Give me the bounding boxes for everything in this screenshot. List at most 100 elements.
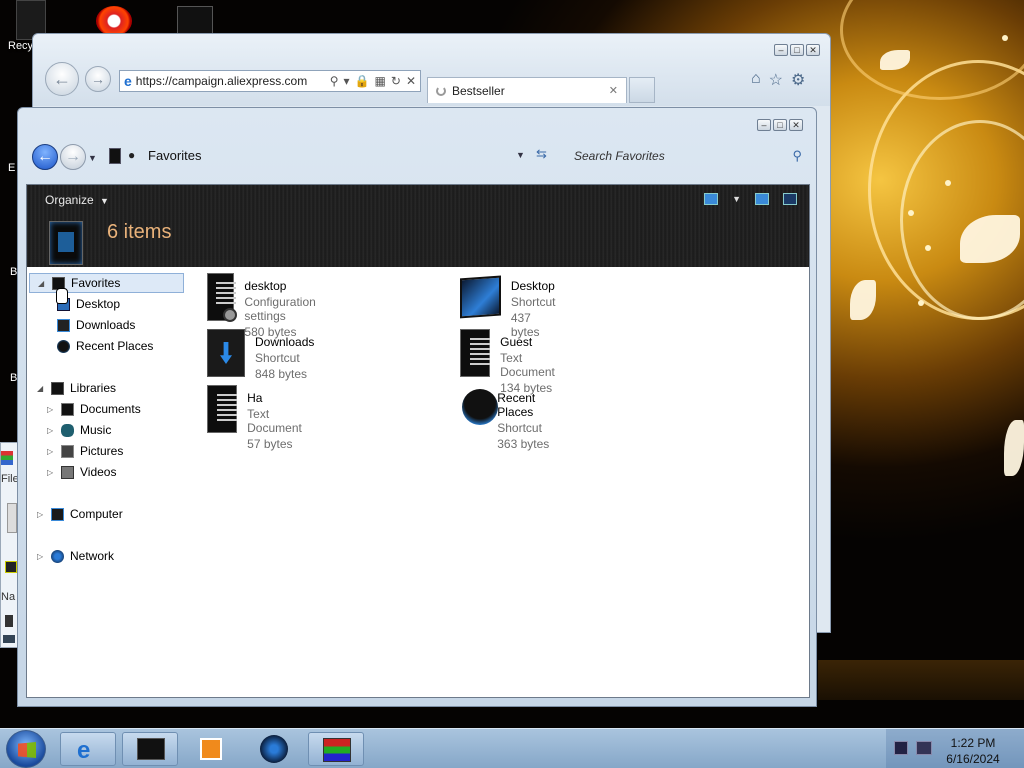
browser-back-button[interactable]: ← xyxy=(45,62,79,96)
wallpaper-floor xyxy=(818,660,1024,700)
collapsed-triangle-icon[interactable]: ▷ xyxy=(47,405,55,414)
file-name: Recent Places xyxy=(497,391,536,419)
item-count-label: 6 items xyxy=(107,221,172,243)
start-button[interactable] xyxy=(6,730,46,768)
tree-label: Pictures xyxy=(80,444,124,458)
hand-cursor-icon xyxy=(56,288,68,304)
desktop-app-icon[interactable] xyxy=(96,6,132,36)
tab-close-icon[interactable]: ✕ xyxy=(609,84,618,97)
tree-item-network[interactable]: ▷ Network xyxy=(37,546,114,566)
new-tab-button[interactable] xyxy=(629,77,655,103)
tree-label: Recent Places xyxy=(76,339,154,353)
tree-item-downloads[interactable]: Downloads xyxy=(57,315,135,335)
stop-icon[interactable]: ✕ xyxy=(406,74,416,88)
gear-icon[interactable]: ⚙ xyxy=(791,70,805,90)
taskbar-explorer-button[interactable] xyxy=(122,732,178,766)
ie-icon: e xyxy=(77,737,91,764)
ie-page-icon: e xyxy=(124,73,132,89)
tree-item-videos[interactable]: ▷ Videos xyxy=(47,462,116,482)
favorites-location-icon xyxy=(109,148,121,164)
file-type: Text Document xyxy=(500,351,555,379)
desktop-app-icon[interactable] xyxy=(177,6,213,36)
search-icon[interactable]: ⚲ xyxy=(330,74,339,88)
chevron-down-icon: ▼ xyxy=(100,196,109,206)
explorer-window[interactable]: – □ ✕ ← → ▼ ● Favorites ▼ ⇆ Search Favor… xyxy=(17,107,817,707)
explorer-close-button[interactable]: ✕ xyxy=(789,119,803,131)
tree-item-documents[interactable]: ▷ Documents xyxy=(47,399,141,419)
search-box[interactable]: Search Favorites ⚲ xyxy=(566,144,806,168)
expand-triangle-icon[interactable]: ◢ xyxy=(38,279,46,288)
explorer-nav-bar: ← → ▼ ● Favorites ▼ ⇆ Search Favorites ⚲ xyxy=(18,134,816,180)
organize-menu-button[interactable]: Organize ▼ xyxy=(45,193,109,207)
dropdown-arrow-icon[interactable]: ▾ xyxy=(344,74,350,88)
explorer-maximize-button[interactable]: □ xyxy=(773,119,787,131)
documents-icon xyxy=(61,402,74,416)
tree-item-pictures[interactable]: ▷ Pictures xyxy=(47,441,123,461)
taskbar-ie-button[interactable]: e xyxy=(60,732,116,766)
clock[interactable]: 1:22 PM 6/16/2024 xyxy=(940,735,1006,767)
file-name: Guest xyxy=(500,335,533,349)
help-icon[interactable] xyxy=(783,193,797,205)
tree-item-music[interactable]: ▷ Music xyxy=(47,420,111,440)
taskbar-winrar-button[interactable] xyxy=(308,732,364,766)
tree-item-recent-places[interactable]: Recent Places xyxy=(57,336,153,356)
tree-label: Favorites xyxy=(71,276,121,290)
explorer-caption-buttons: – □ ✕ xyxy=(757,119,803,131)
collapsed-triangle-icon[interactable]: ▷ xyxy=(37,552,45,561)
browser-close-button[interactable]: ✕ xyxy=(806,44,820,56)
file-item[interactable]: Ha Text Document 57 bytes xyxy=(207,385,310,451)
browser-url-text: https://campaign.aliexpress.com xyxy=(135,74,308,88)
refresh-icon[interactable]: ⇆ xyxy=(536,146,547,162)
color-stripes-icon xyxy=(1,451,13,465)
compat-icon[interactable]: ▦ xyxy=(375,74,386,88)
action-center-flag-icon[interactable] xyxy=(894,741,908,755)
collapsed-triangle-icon[interactable]: ▷ xyxy=(47,426,55,435)
address-dropdown-icon[interactable]: ▼ xyxy=(516,150,525,160)
view-controls: ▼ xyxy=(704,193,797,205)
media-player-icon xyxy=(200,738,222,760)
expand-triangle-icon[interactable]: ◢ xyxy=(37,384,45,393)
background-window-partial[interactable]: File Na xyxy=(0,442,19,648)
explorer-minimize-button[interactable]: – xyxy=(757,119,771,131)
tree-item-libraries[interactable]: ◢ Libraries xyxy=(37,378,116,398)
breadcrumb-favorites[interactable]: Favorites xyxy=(148,148,201,163)
file-name: desktop xyxy=(244,279,287,293)
search-icon[interactable]: ⚲ xyxy=(792,148,806,164)
browser-tab-bestseller[interactable]: Bestseller ✕ xyxy=(427,77,627,103)
favorites-star-icon[interactable]: ☆ xyxy=(769,70,783,90)
browser-minimize-button[interactable]: – xyxy=(774,44,788,56)
file-type: Text Document xyxy=(247,407,302,435)
globe-icon xyxy=(260,735,288,763)
file-item[interactable]: Downloads Shortcut 848 bytes xyxy=(207,329,314,381)
file-type: Shortcut xyxy=(510,295,556,309)
tree-item-computer[interactable]: ▷ Computer xyxy=(37,504,123,524)
refresh-icon[interactable]: ↻ xyxy=(391,74,401,88)
explorer-back-button[interactable]: ← xyxy=(32,144,58,170)
browser-maximize-button[interactable]: □ xyxy=(790,44,804,56)
file-name: Downloads xyxy=(255,335,315,349)
file-item[interactable]: Recent Places Shortcut 363 bytes xyxy=(460,385,553,451)
view-dropdown-icon[interactable]: ▼ xyxy=(732,194,741,204)
file-name: Desktop xyxy=(510,279,555,293)
breadcrumb-separator-icon[interactable]: ● xyxy=(128,148,135,162)
home-icon[interactable]: ⌂ xyxy=(751,70,761,90)
network-status-icon[interactable] xyxy=(916,741,932,755)
collapsed-triangle-icon[interactable]: ▷ xyxy=(47,447,55,456)
file-name: Ha xyxy=(247,391,263,405)
lock-icon[interactable]: 🔒 xyxy=(355,74,370,88)
view-options-icon[interactable] xyxy=(704,193,719,205)
recent-pages-dropdown-icon[interactable]: ▼ xyxy=(88,153,97,163)
collapsed-triangle-icon[interactable]: ▷ xyxy=(47,468,55,477)
recent-places-icon xyxy=(57,339,70,353)
taskbar-network-button[interactable] xyxy=(246,732,302,766)
browser-right-tools: ⌂ ☆ ⚙ xyxy=(751,70,805,90)
tree-label: Computer xyxy=(70,507,123,521)
winrar-icon xyxy=(323,738,351,762)
browser-address-bar[interactable]: e https://campaign.aliexpress.com ⚲ ▾ 🔒 … xyxy=(119,70,421,92)
collapsed-triangle-icon[interactable]: ▷ xyxy=(37,510,45,519)
preview-pane-icon[interactable] xyxy=(755,193,769,205)
explorer-forward-button[interactable]: → xyxy=(60,144,86,170)
tree-item-favorites[interactable]: ◢ Favorites xyxy=(29,273,184,293)
taskbar-media-player-button[interactable] xyxy=(184,732,240,766)
browser-forward-button[interactable]: → xyxy=(85,66,111,92)
